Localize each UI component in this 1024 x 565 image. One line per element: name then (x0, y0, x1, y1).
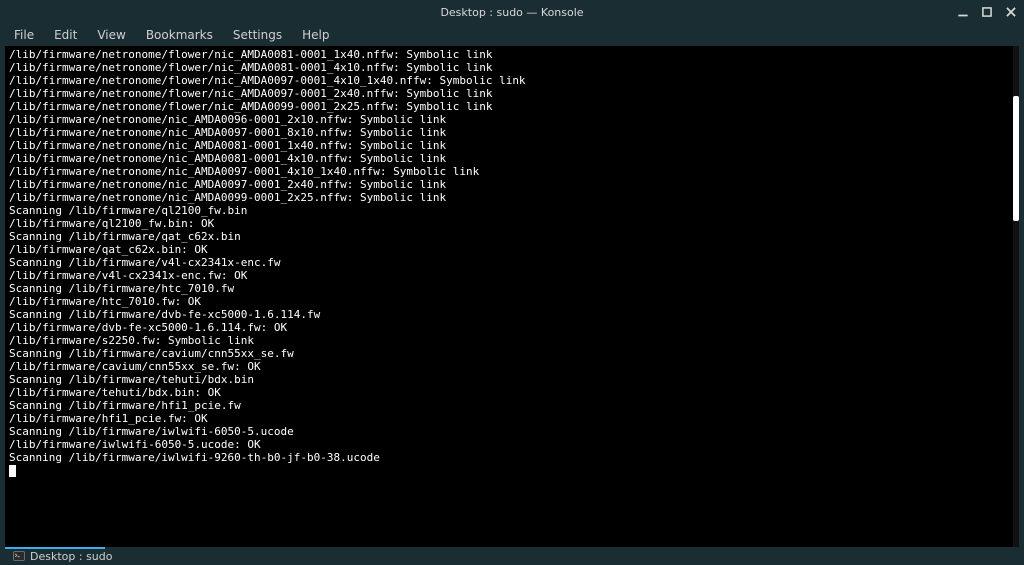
terminal-line: /lib/firmware/netronome/nic_AMDA0099-000… (9, 191, 1015, 204)
terminal-line: /lib/firmware/netronome/flower/nic_AMDA0… (9, 100, 1015, 113)
menu-view[interactable]: View (89, 25, 133, 45)
terminal-line: Scanning /lib/firmware/iwlwifi-6050-5.uc… (9, 425, 1015, 438)
menu-file[interactable]: File (6, 25, 42, 45)
terminal-line: /lib/firmware/v4l-cx2341x-enc.fw: OK (9, 269, 1015, 282)
terminal-line: /lib/firmware/netronome/nic_AMDA0097-000… (9, 126, 1015, 139)
terminal-line: Scanning /lib/firmware/htc_7010.fw (9, 282, 1015, 295)
terminal-line: Scanning /lib/firmware/iwlwifi-9260-th-b… (9, 451, 1015, 464)
tab-label: Desktop : sudo (30, 550, 112, 563)
terminal-line: /lib/firmware/netronome/flower/nic_AMDA0… (9, 87, 1015, 100)
terminal-line: /lib/firmware/s2250.fw: Symbolic link (9, 334, 1015, 347)
terminal-scrollbar[interactable] (1013, 46, 1019, 547)
menu-help[interactable]: Help (294, 25, 337, 45)
terminal-line: /lib/firmware/iwlwifi-6050-5.ucode: OK (9, 438, 1015, 451)
terminal-line: /lib/firmware/netronome/nic_AMDA0096-000… (9, 113, 1015, 126)
terminal-line: /lib/firmware/netronome/flower/nic_AMDA0… (9, 48, 1015, 61)
terminal-line: /lib/firmware/dvb-fe-xc5000-1.6.114.fw: … (9, 321, 1015, 334)
window-controls (956, 0, 1018, 24)
tabbar: Desktop : sudo (5, 547, 1019, 565)
close-button[interactable] (1004, 5, 1018, 19)
terminal-container: /lib/firmware/netronome/flower/nic_AMDA0… (5, 46, 1019, 547)
terminal-line: /lib/firmware/ql2100_fw.bin: OK (9, 217, 1015, 230)
terminal-line: Scanning /lib/firmware/tehuti/bdx.bin (9, 373, 1015, 386)
terminal-line: Scanning /lib/firmware/dvb-fe-xc5000-1.6… (9, 308, 1015, 321)
menu-edit[interactable]: Edit (46, 25, 85, 45)
terminal-icon (13, 550, 25, 562)
terminal-line: /lib/firmware/hfi1_pcie.fw: OK (9, 412, 1015, 425)
terminal-line: /lib/firmware/netronome/nic_AMDA0097-000… (9, 165, 1015, 178)
menu-settings[interactable]: Settings (225, 25, 290, 45)
maximize-button[interactable] (980, 5, 994, 19)
menu-bookmarks[interactable]: Bookmarks (138, 25, 221, 45)
terminal-line: /lib/firmware/qat_c62x.bin: OK (9, 243, 1015, 256)
tab-active-indicator (5, 547, 105, 549)
menubar: File Edit View Bookmarks Settings Help (0, 24, 1024, 46)
tab-desktop-sudo[interactable]: Desktop : sudo (5, 548, 120, 565)
terminal-line: /lib/firmware/netronome/nic_AMDA0097-000… (9, 178, 1015, 191)
window-title: Desktop : sudo — Konsole (440, 6, 583, 19)
terminal-line: /lib/firmware/netronome/nic_AMDA0081-000… (9, 139, 1015, 152)
terminal-line: /lib/firmware/netronome/flower/nic_AMDA0… (9, 61, 1015, 74)
terminal-line: /lib/firmware/netronome/nic_AMDA0081-000… (9, 152, 1015, 165)
terminal-line: Scanning /lib/firmware/qat_c62x.bin (9, 230, 1015, 243)
terminal-line: Scanning /lib/firmware/ql2100_fw.bin (9, 204, 1015, 217)
scrollbar-thumb[interactable] (1013, 96, 1019, 221)
terminal-cursor (9, 465, 16, 477)
terminal-line: Scanning /lib/firmware/v4l-cx2341x-enc.f… (9, 256, 1015, 269)
terminal-line: Scanning /lib/firmware/hfi1_pcie.fw (9, 399, 1015, 412)
terminal-line: /lib/firmware/tehuti/bdx.bin: OK (9, 386, 1015, 399)
terminal-output[interactable]: /lib/firmware/netronome/flower/nic_AMDA0… (5, 46, 1019, 547)
minimize-button[interactable] (956, 5, 970, 19)
terminal-line: /lib/firmware/netronome/flower/nic_AMDA0… (9, 74, 1015, 87)
terminal-line: /lib/firmware/htc_7010.fw: OK (9, 295, 1015, 308)
window-titlebar: Desktop : sudo — Konsole (0, 0, 1024, 24)
terminal-line: Scanning /lib/firmware/cavium/cnn55xx_se… (9, 347, 1015, 360)
terminal-line: /lib/firmware/cavium/cnn55xx_se.fw: OK (9, 360, 1015, 373)
